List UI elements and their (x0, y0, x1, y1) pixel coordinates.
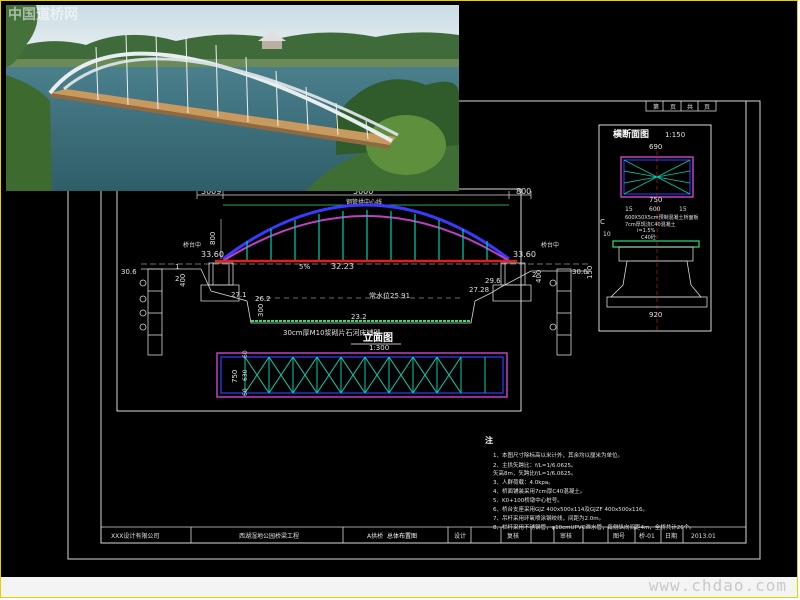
arch-lower-chord (222, 215, 510, 262)
riverbed-elevation: 23.2 (351, 313, 367, 321)
note-line-7: 6、桥台支座采用GJZ 400x500x114及GJZF 400x500x116… (493, 505, 648, 513)
section-scale: 1:150 (665, 131, 685, 139)
right-abutment-label: 桥台中 (541, 241, 559, 249)
section-top-width: 690 (649, 143, 662, 151)
right-retaining-wall (556, 268, 572, 356)
sheet-header: 第 页 共 页 (645, 100, 717, 112)
right-dim-400: 400 (535, 270, 543, 283)
watermark-top-left: 中国道桥网 (8, 6, 78, 23)
header-cell-1: 第 (653, 103, 659, 111)
title-designer: XXX设计有限公司 (111, 532, 159, 540)
title-drawing-prefix: A拱桥 (367, 532, 383, 540)
plan-dim-60-top: 60 (242, 350, 249, 358)
right-abutment-elevation: 33.60 (513, 250, 536, 259)
header-cell-4: 页 (704, 104, 710, 111)
general-notes: 注 1、本图尺寸除标高以米计外，其余均以厘米为单位。 2、主拱矢跨比：f/L=1… (485, 435, 695, 531)
water-level-label: 常水位25.91 (369, 291, 410, 300)
right-elevation-2: 27.28 (469, 286, 489, 294)
right-elevation-1: 29.6 (485, 277, 501, 285)
header-cell-3: 共 (687, 103, 693, 111)
left-markers (139, 279, 147, 331)
left-ground-elevation: 30.6 (121, 268, 137, 276)
left-dim-1: 1 (175, 263, 179, 271)
note-line-2: 2、主拱矢跨比：f/L=1/6.0625。 (493, 461, 577, 469)
title-cell-review: 审核 (560, 532, 572, 540)
plan-view (216, 352, 508, 398)
section-note-2: 7cm厚现浇C40混凝土 (625, 221, 676, 228)
section-note-1: 600X50X5cm预制混凝土桥面板 (625, 214, 699, 221)
left-dim-400: 400 (179, 274, 187, 287)
title-num: 桥-01 (639, 532, 655, 540)
left-elevation-1: 27.1 (231, 291, 247, 299)
title-num-label: 图号 (613, 533, 625, 540)
plan-dim-630: 630 (242, 369, 249, 381)
plan-dim-60-bottom: 60 (242, 388, 249, 396)
title-date-label: 日期 (665, 532, 677, 540)
deck-slope-label: 5% (299, 263, 310, 271)
note-line-6: 5、K0+100桥墩中心桩号。 (493, 496, 563, 504)
section-note-4: C40砼 (641, 234, 656, 241)
title-cell-check: 复核 (507, 532, 519, 540)
note-line-1: 1、本图尺寸除标高以米计外，其余均以厘米为单位。 (493, 451, 623, 459)
title-cell-design: 设计 (454, 532, 466, 540)
section-dim-600: 600 (649, 206, 661, 213)
plan-dim-750: 750 (231, 370, 239, 383)
left-retaining-wall (147, 268, 163, 356)
note-line-3: 矢高8m，矢跨比f/L=1/6.0625。 (493, 469, 576, 477)
title-drawing: 总体布置图 (387, 532, 417, 540)
cad-viewer-window: 第 页 共 页 3009 5000 800 钢管拱中心线 5% 32.23 33… (0, 0, 798, 598)
watermark-url: www.chdao.com (648, 576, 787, 595)
note-line-8: 7、吊杆采用环氧喷涂钢绞线，间距为2.0m。 (493, 514, 604, 522)
right-dim-150: 150 (586, 266, 594, 279)
arch-upper-chord (222, 203, 510, 261)
left-abutment-elevation: 33.60 (201, 250, 224, 259)
deck-elevation: 32.23 (331, 262, 354, 271)
notes-heading: 注 (485, 435, 493, 445)
note-line-4: 3、人群荷载：4.0kpa。 (493, 478, 554, 486)
section-dim-15-left: 15 (625, 206, 633, 213)
section-title: 横断面图 (613, 128, 649, 140)
section-dim-15-right: 15 (679, 206, 687, 213)
header-cell-2: 页 (670, 104, 676, 111)
left-elevation-2: 26.2 (255, 295, 271, 303)
section-note-3: i=1.5% (637, 228, 656, 234)
dim-800-vertical: 800 (209, 232, 217, 245)
dim-300: 300 (257, 304, 265, 317)
section-width-750: 750 (649, 196, 662, 204)
title-project: 西湖湿地公园桥梁工程 (239, 532, 299, 540)
elevation-scale: 1:300 (369, 344, 389, 352)
left-abutment-label: 桥台中 (183, 241, 201, 249)
bridge-rendering-photo: 中国道桥网 (6, 5, 459, 191)
section-side-letter: C (600, 218, 605, 226)
dim-right-800: 800 (516, 187, 531, 196)
photo-pavilion-base (262, 41, 282, 49)
section-bottom-width: 920 (649, 311, 662, 319)
title-date: 2013.01 (691, 533, 716, 540)
elevation-view-title: 立面图 (363, 331, 393, 344)
right-markers (549, 279, 557, 331)
note-line-5: 4、桥面铺装采用7cm厚C40混凝土。 (493, 487, 585, 495)
watermark-strip: www.chdao.com (1, 576, 797, 597)
section-left-dim: 10 (603, 231, 611, 238)
arch-hangers (246, 210, 488, 261)
